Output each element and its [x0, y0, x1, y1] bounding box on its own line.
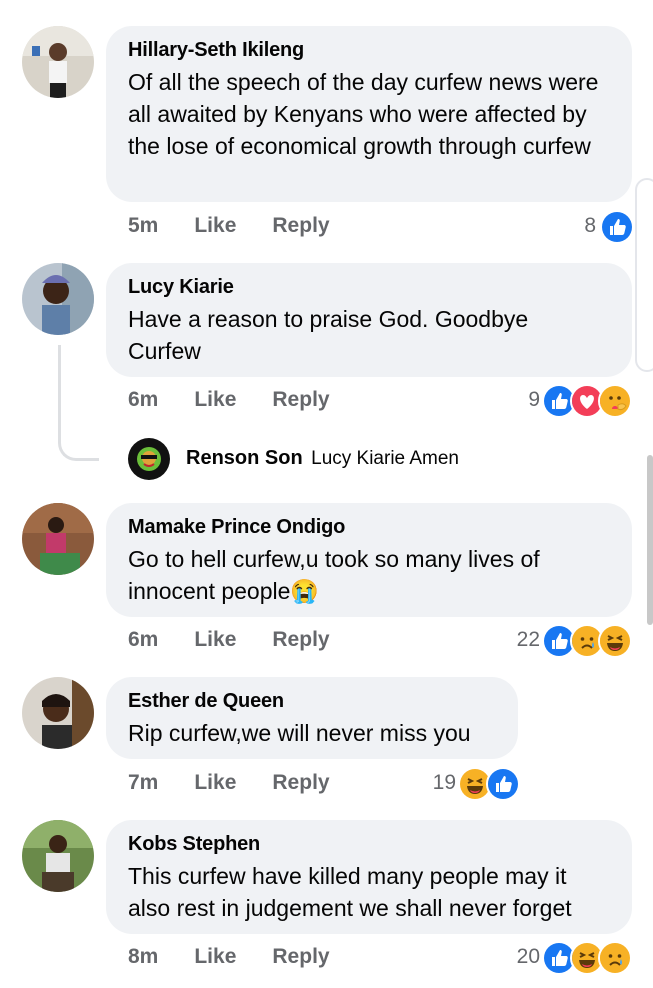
- like-icon: [486, 767, 520, 801]
- avatar[interactable]: [22, 820, 94, 892]
- like-icon: [600, 210, 634, 244]
- comment-time[interactable]: 6m: [128, 628, 158, 652]
- reaction-count[interactable]: 22: [500, 628, 540, 652]
- reply-button[interactable]: Reply: [272, 214, 329, 238]
- reactions[interactable]: [542, 384, 632, 418]
- comment-time[interactable]: 7m: [128, 771, 158, 795]
- like-button[interactable]: Like: [194, 771, 236, 795]
- reaction-count[interactable]: 9: [500, 388, 540, 412]
- comment-text: This curfew have killed many people may …: [128, 863, 572, 921]
- haha-icon: [598, 624, 632, 658]
- reply-author[interactable]: Renson Son: [186, 447, 303, 469]
- comment-bubble: Esther de Queen Rip curfew,we will never…: [106, 677, 518, 759]
- comment-bubble: Hillary-Seth Ikileng Of all the speech o…: [106, 26, 632, 202]
- reaction-count[interactable]: 20: [500, 945, 540, 969]
- avatar[interactable]: [22, 503, 94, 575]
- reactions[interactable]: [600, 210, 634, 244]
- comment-bubble: Lucy Kiarie Have a reason to praise God.…: [106, 263, 632, 377]
- avatar[interactable]: [22, 26, 94, 98]
- comment-bubble: Kobs Stephen This curfew have killed man…: [106, 820, 632, 934]
- reply-button[interactable]: Reply: [272, 945, 329, 969]
- reply-button[interactable]: Reply: [272, 388, 329, 412]
- reaction-count[interactable]: 8: [560, 214, 596, 238]
- reactions[interactable]: [542, 624, 632, 658]
- like-button[interactable]: Like: [194, 628, 236, 652]
- sad-icon: [598, 941, 632, 975]
- like-button[interactable]: Like: [194, 214, 236, 238]
- like-button[interactable]: Like: [194, 945, 236, 969]
- comment-text: Have a reason to praise God. Goodbye Cur…: [128, 306, 529, 364]
- comment-author[interactable]: Kobs Stephen: [128, 832, 612, 856]
- reply-button[interactable]: Reply: [272, 771, 329, 795]
- reply-avatar[interactable]: [128, 438, 170, 480]
- comment-text: Of all the speech of the day curfew news…: [128, 69, 599, 159]
- side-card-edge: [635, 178, 653, 372]
- reply-button[interactable]: Reply: [272, 628, 329, 652]
- scrollbar[interactable]: [647, 455, 653, 625]
- comment-author[interactable]: Esther de Queen: [128, 689, 498, 713]
- comment-actions: 8m Like Reply: [128, 945, 366, 969]
- comment-time[interactable]: 8m: [128, 945, 158, 969]
- comment-time[interactable]: 5m: [128, 214, 158, 238]
- comment-time[interactable]: 6m: [128, 388, 158, 412]
- comment-author[interactable]: Lucy Kiarie: [128, 275, 612, 299]
- avatar[interactable]: [22, 677, 94, 749]
- reply-preview[interactable]: Renson Son Lucy Kiarie Amen: [186, 447, 459, 470]
- avatar[interactable]: [22, 263, 94, 335]
- reaction-count[interactable]: 19: [416, 771, 456, 795]
- reactions[interactable]: [458, 767, 520, 801]
- comment-author[interactable]: Hillary-Seth Ikileng: [128, 38, 612, 62]
- comment-text: Go to hell curfew,u took so many lives o…: [128, 546, 540, 604]
- comment-actions: 6m Like Reply: [128, 628, 366, 652]
- care-icon: [598, 384, 632, 418]
- comment-text: Rip curfew,we will never miss you: [128, 720, 471, 746]
- comment-author[interactable]: Mamake Prince Ondigo: [128, 515, 612, 539]
- comment-actions: 5m Like Reply: [128, 214, 366, 238]
- like-button[interactable]: Like: [194, 388, 236, 412]
- comment-bubble: Mamake Prince Ondigo Go to hell curfew,u…: [106, 503, 632, 617]
- reactions[interactable]: [542, 941, 632, 975]
- comment-actions: 6m Like Reply: [128, 388, 366, 412]
- reply-text: Lucy Kiarie Amen: [311, 448, 459, 469]
- thread-connector: [58, 345, 99, 461]
- comment-actions: 7m Like Reply: [128, 771, 366, 795]
